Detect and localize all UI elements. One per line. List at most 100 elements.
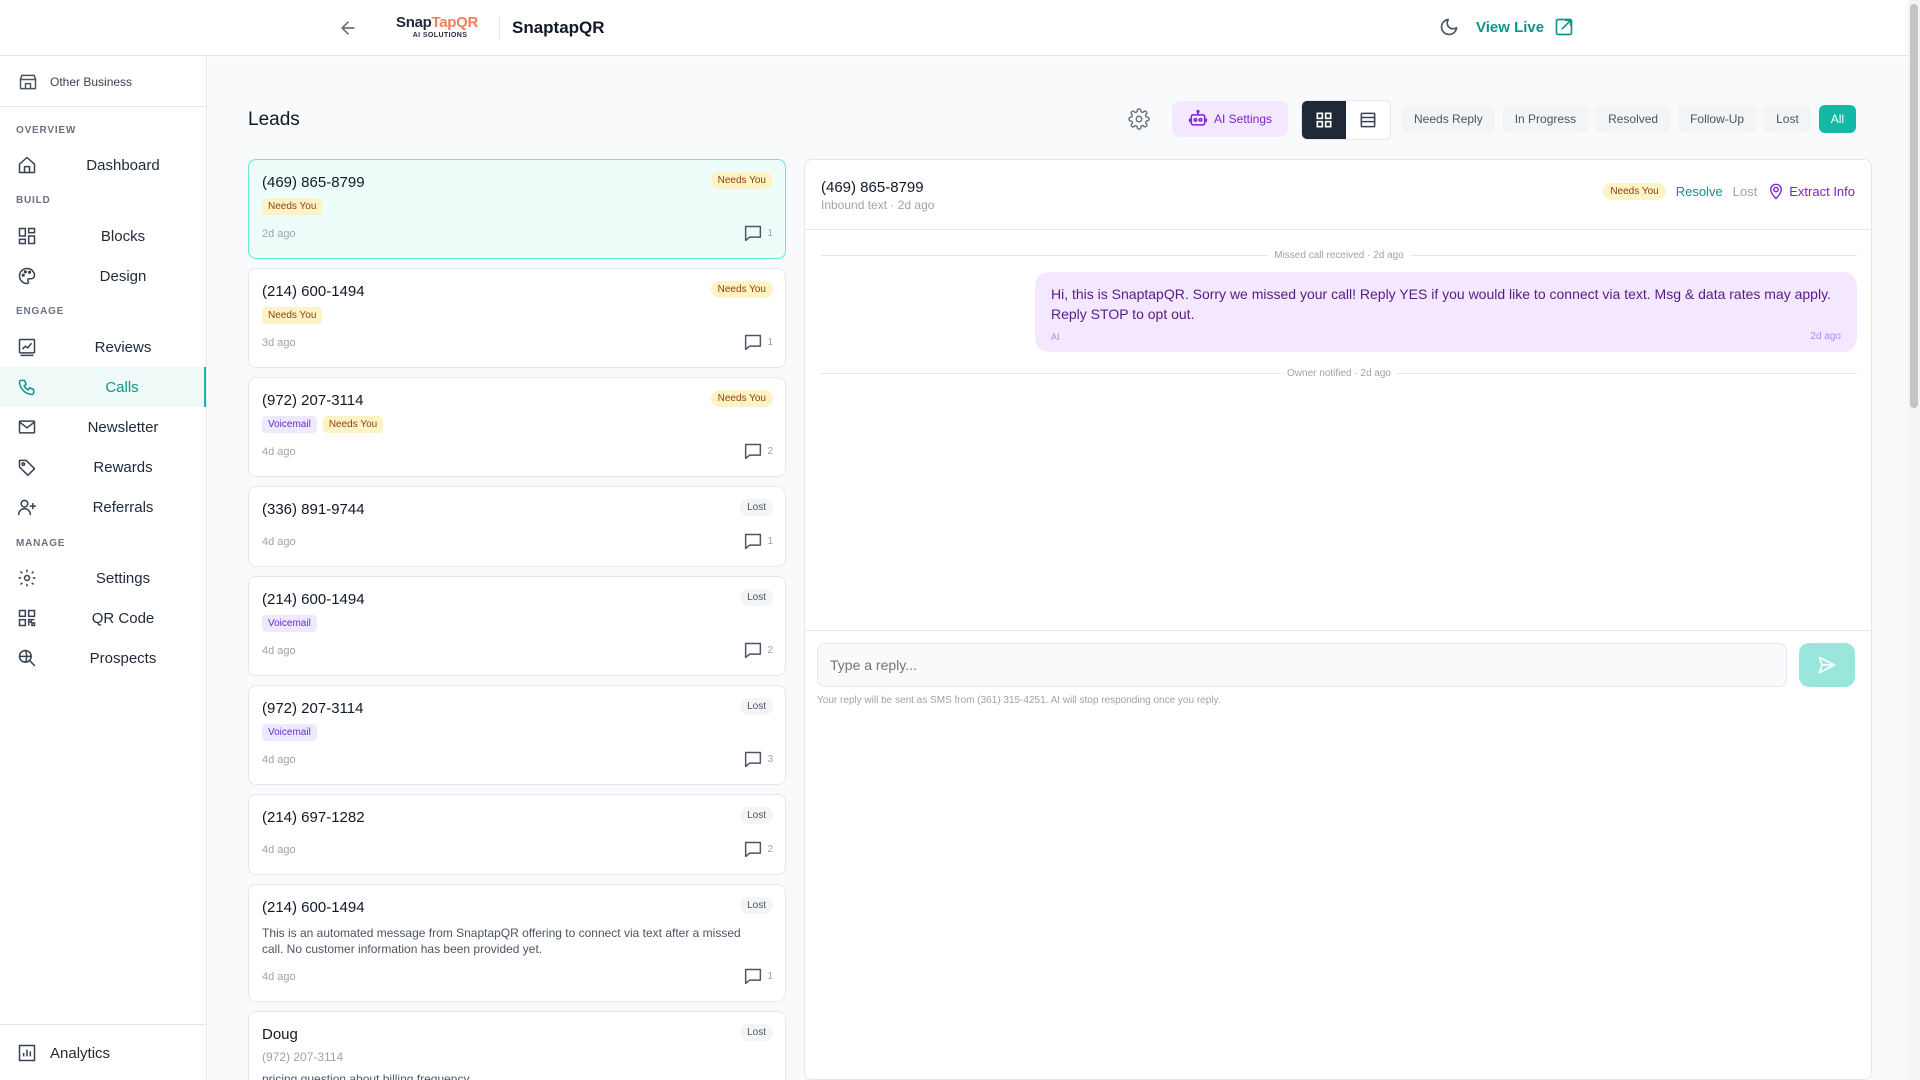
status-badge: Needs You <box>710 281 773 298</box>
search-globe-icon <box>18 649 36 667</box>
lead-card[interactable]: (972) 207-3114 Lost Voicemail 4d ago 3 <box>248 685 786 785</box>
section-engage: ENGAGE <box>16 306 65 317</box>
lead-summary: pricing question about billing frequency <box>262 1072 470 1080</box>
lead-phone: (469) 865-8799 <box>262 174 365 191</box>
reply-input[interactable] <box>817 643 1787 687</box>
message-count: 1 <box>743 333 773 351</box>
palette-icon <box>18 267 36 285</box>
resolve-button[interactable]: Resolve <box>1676 184 1723 199</box>
mail-icon <box>18 420 36 434</box>
conversation-panel: (469) 865-8799 Inbound text · 2d ago Nee… <box>804 159 1872 1080</box>
message-count-value: 2 <box>767 644 773 656</box>
message-count: 1 <box>743 967 773 985</box>
sidebar-item-design[interactable]: Design <box>0 256 206 296</box>
sidebar-item-rewards[interactable]: Rewards <box>0 447 206 487</box>
message-count: 2 <box>743 641 773 659</box>
sidebar-item-reviews[interactable]: Reviews <box>0 327 206 367</box>
message-square-icon <box>745 334 762 351</box>
gear-icon <box>1128 108 1150 130</box>
moon-icon[interactable] <box>1435 13 1463 41</box>
list-view-button[interactable] <box>1346 101 1390 139</box>
message-square-icon <box>745 443 762 460</box>
filter-follow-up[interactable]: Follow-Up <box>1678 105 1757 133</box>
event-text: Missed call received · 2d ago <box>1274 249 1404 261</box>
gear-icon <box>18 569 36 587</box>
grid-icon <box>1316 112 1332 128</box>
sidebar-item-qrcode[interactable]: QR Code <box>0 598 206 638</box>
lead-time: 4d ago <box>262 536 296 548</box>
sidebar-item-label: Calls <box>105 378 139 396</box>
message-square-icon <box>745 751 762 768</box>
lead-card[interactable]: Doug Lost (972) 207-3114 pricing questio… <box>248 1011 786 1080</box>
filter-all[interactable]: All <box>1818 105 1857 133</box>
lead-card[interactable]: (214) 600-1494 Needs You Needs You 3d ag… <box>248 268 786 368</box>
sidebar-item-calls[interactable]: Calls <box>0 367 206 407</box>
lead-card[interactable]: (336) 891-9744 Lost 4d ago 1 <box>248 486 786 567</box>
settings-gear-button[interactable] <box>1126 106 1152 132</box>
sidebar-item-dashboard[interactable]: Dashboard <box>0 145 206 185</box>
logo[interactable]: SnapTapQR AI SOLUTIONS <box>396 15 484 41</box>
sidebar-item-label: Settings <box>95 569 151 587</box>
ai-settings-label: AI Settings <box>1213 112 1273 126</box>
lead-time: 4d ago <box>262 645 296 657</box>
back-arrow-icon[interactable] <box>334 14 362 42</box>
lead-tags: Voicemail <box>262 615 317 632</box>
tag-needs-you: Needs You <box>262 307 323 324</box>
sidebar-item-newsletter[interactable]: Newsletter <box>0 407 206 447</box>
filter-needs-reply[interactable]: Needs Reply <box>1402 105 1495 133</box>
sidebar-item-label: Prospects <box>89 649 157 667</box>
grid-view-button[interactable] <box>1302 101 1346 139</box>
sidebar-item-analytics[interactable]: Analytics <box>0 1024 206 1080</box>
view-live-link[interactable]: View Live <box>1476 17 1574 37</box>
filter-resolved[interactable]: Resolved <box>1596 105 1671 133</box>
filter-in-progress[interactable]: In Progress <box>1502 105 1589 133</box>
section-manage: MANAGE <box>16 538 66 549</box>
lead-phone: (214) 600-1494 <box>262 899 365 916</box>
message-count: 2 <box>743 840 773 858</box>
lead-card[interactable]: (214) 600-1494 Lost Voicemail 4d ago 2 <box>248 576 786 676</box>
business-selector[interactable]: Other Business <box>0 57 206 107</box>
event-owner-notified: Owner notified · 2d ago <box>821 366 1857 380</box>
status-badge: Lost <box>740 1024 773 1041</box>
status-badge: Lost <box>740 499 773 516</box>
sidebar-item-prospects[interactable]: Prospects <box>0 638 206 678</box>
divider <box>499 16 500 40</box>
sidebar: Other Business OVERVIEW Dashboard BUILD … <box>0 57 207 1080</box>
lead-time: 3d ago <box>262 337 296 349</box>
lead-card[interactable]: (214) 697-1282 Lost 4d ago 2 <box>248 794 786 875</box>
sidebar-item-label: Referrals <box>92 498 154 516</box>
sidebar-item-settings[interactable]: Settings <box>0 558 206 598</box>
business-name: Other Business <box>50 74 133 89</box>
section-build: BUILD <box>16 195 51 206</box>
logo-tap: Tap <box>431 14 457 31</box>
message-count-value: 1 <box>767 535 773 547</box>
extract-info-button[interactable]: Extract Info <box>1767 182 1855 200</box>
send-icon <box>1818 656 1836 674</box>
lead-time: 4d ago <box>262 844 296 856</box>
mark-lost-button[interactable]: Lost <box>1733 184 1758 199</box>
page-scrollbar[interactable] <box>1908 0 1920 1080</box>
message-square-icon <box>745 533 762 550</box>
scrollbar-thumb[interactable] <box>1910 4 1918 408</box>
sidebar-item-referrals[interactable]: Referrals <box>0 487 206 527</box>
message-count-value: 2 <box>767 445 773 457</box>
filter-lost[interactable]: Lost <box>1764 105 1811 133</box>
message-count: 2 <box>743 442 773 460</box>
lead-card[interactable]: (972) 207-3114 Needs You Voicemail Needs… <box>248 377 786 477</box>
lead-time: 4d ago <box>262 971 296 983</box>
reply-area: Your reply will be sent as SMS from (361… <box>805 630 1871 714</box>
event-missed-call: Missed call received · 2d ago <box>821 248 1857 262</box>
lead-card[interactable]: (469) 865-8799 Needs You Needs You 2d ag… <box>248 159 786 259</box>
logo-subtitle: AI SOLUTIONS <box>412 32 468 39</box>
send-button[interactable] <box>1799 643 1855 687</box>
lead-card[interactable]: (214) 600-1494 Lost This is an automated… <box>248 884 786 1002</box>
lead-tags: Voicemail <box>262 724 317 741</box>
status-filter-bar: Needs Reply In Progress Resolved Follow-… <box>1402 105 1857 133</box>
ai-settings-button[interactable]: AI Settings <box>1172 101 1288 137</box>
view-live-label: View Live <box>1476 18 1545 36</box>
location-pin-icon <box>1770 183 1783 200</box>
sidebar-item-blocks[interactable]: Blocks <box>0 216 206 256</box>
main-content: Leads AI Settings Needs Reply In Progres… <box>208 57 1908 1080</box>
lead-time: 4d ago <box>262 754 296 766</box>
event-text: Owner notified · 2d ago <box>1287 367 1391 379</box>
